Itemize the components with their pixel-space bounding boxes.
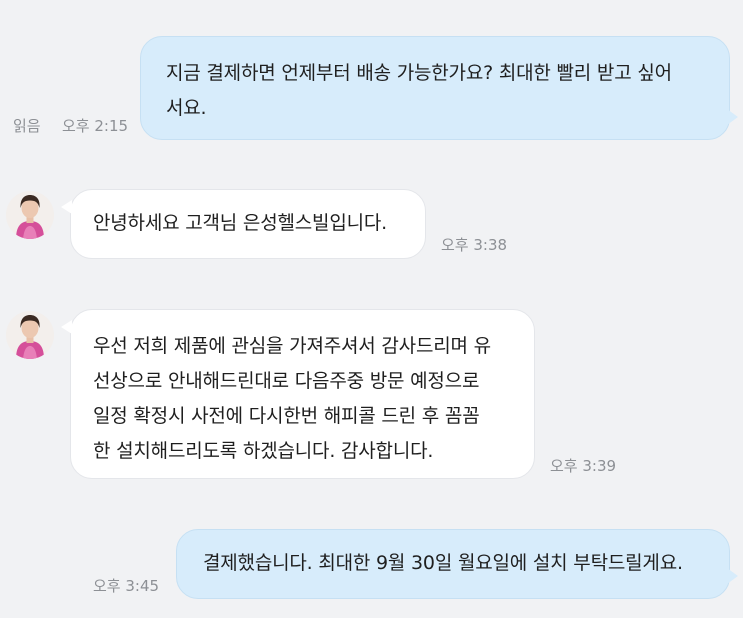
message-time: 오후 3:45 xyxy=(93,577,160,595)
chat-area: 읽음 오후 2:15 지금 결제하면 언제부터 배송 가능한가요? 최대한 빨리… xyxy=(0,0,743,618)
message-text-line: 일정 확정시 사전에 다시한번 해피콜 드린 후 꼼꼼 xyxy=(93,405,480,427)
agent-avatar[interactable] xyxy=(6,311,54,359)
message-time: 오후 2:15 xyxy=(62,117,129,135)
sent-message-bubble[interactable]: 지금 결제하면 언제부터 배송 가능한가요? 최대한 빨리 받고 싶어 서요. xyxy=(140,36,738,140)
received-message-bubble[interactable]: 우선 저희 제품에 관심을 가져주셔서 감사드리며 유 선상으로 안내해드린대로… xyxy=(61,309,535,479)
message-text-line: 서요. xyxy=(166,97,207,119)
message-time: 오후 3:38 xyxy=(441,236,508,254)
message-time: 오후 3:39 xyxy=(550,457,617,475)
message-text-line: 선상으로 안내해드린대로 다음주중 방문 예정으로 xyxy=(93,370,480,392)
received-message-bubble[interactable]: 안녕하세요 고객님 은성헬스빌입니다. xyxy=(61,189,426,259)
sent-message-bubble[interactable]: 결제했습니다. 최대한 9월 30일 월요일에 설치 부탁드릴게요. xyxy=(176,529,738,599)
message-text-line: 한 설치해드리도록 하겠습니다. 감사합니다. xyxy=(93,440,434,462)
message-text-line: 결제했습니다. 최대한 9월 30일 월요일에 설치 부탁드릴게요. xyxy=(203,552,683,574)
avatar-icon xyxy=(6,311,54,359)
avatar-icon xyxy=(6,191,54,239)
read-receipt: 읽음 xyxy=(13,117,41,135)
message-text-line: 우선 저희 제품에 관심을 가져주셔서 감사드리며 유 xyxy=(93,335,491,357)
message-text-line: 안녕하세요 고객님 은성헬스빌입니다. xyxy=(93,212,387,234)
agent-avatar[interactable] xyxy=(6,191,54,239)
message-text-line: 지금 결제하면 언제부터 배송 가능한가요? 최대한 빨리 받고 싶어 xyxy=(166,62,672,84)
